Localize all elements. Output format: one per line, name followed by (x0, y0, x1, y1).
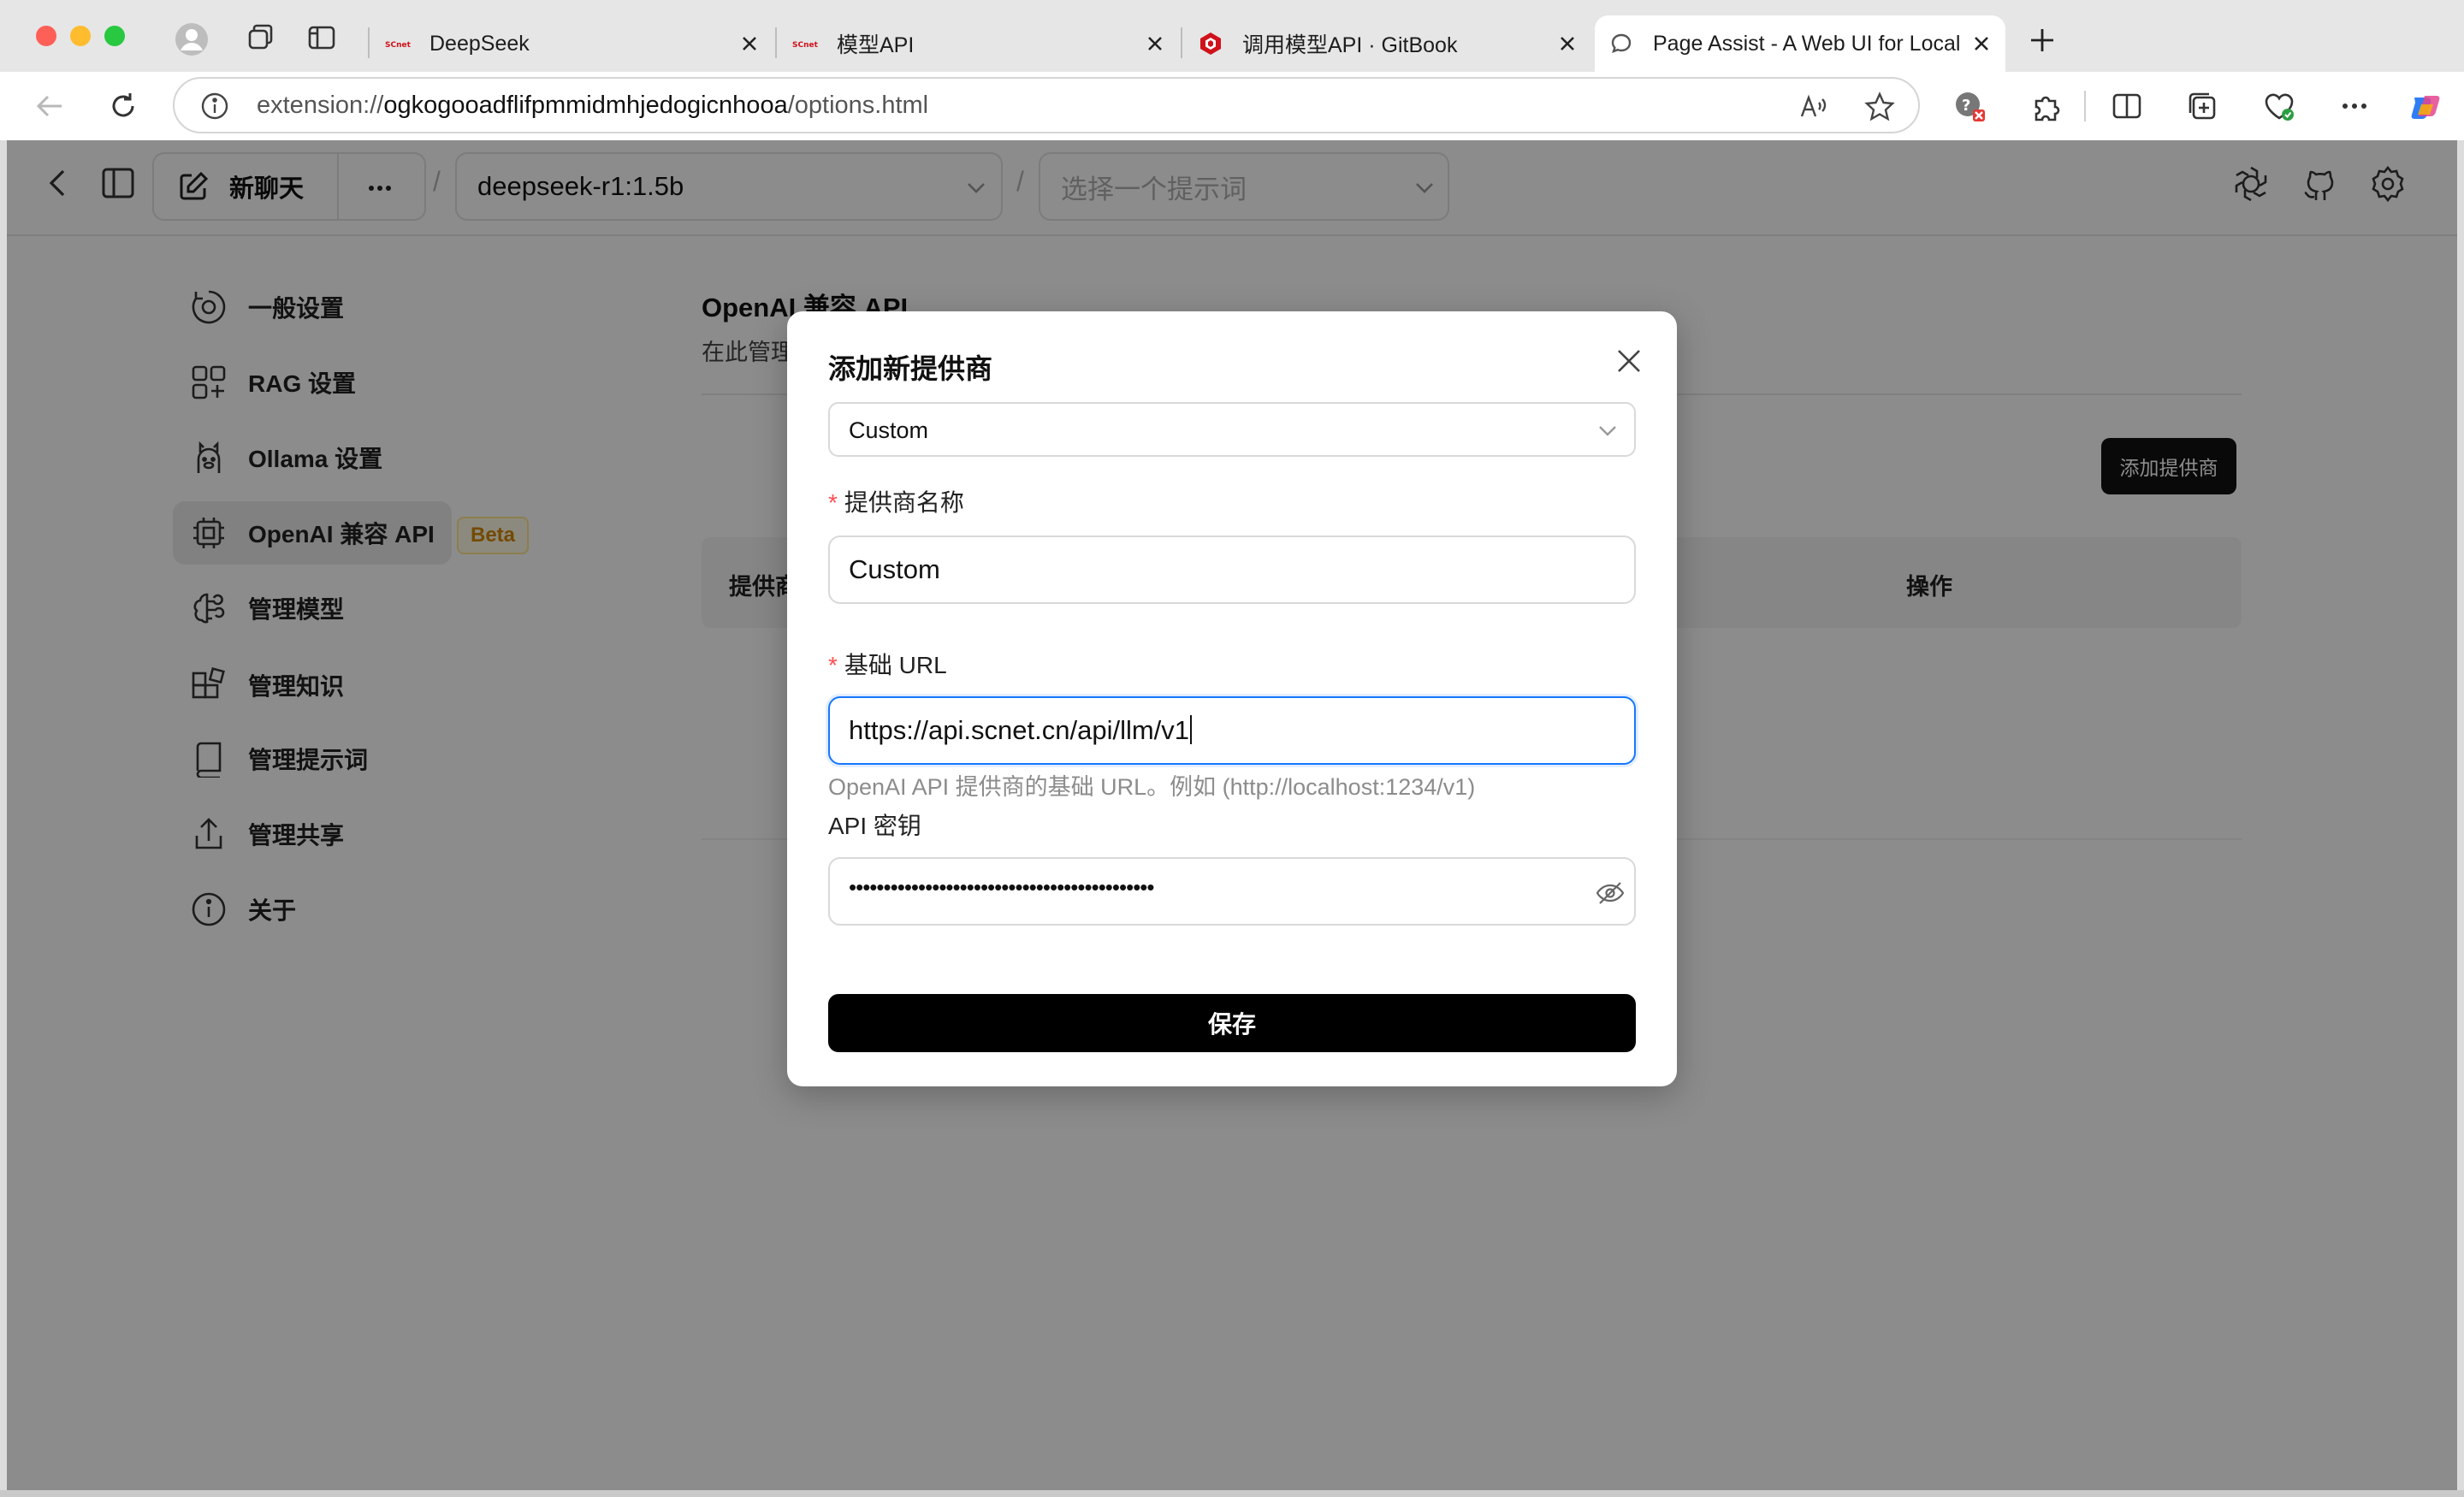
provider-name-input[interactable]: Custom (828, 535, 1636, 604)
base-url-field: https://api.scnet.cn/api/llm/v1 (849, 715, 1193, 746)
read-aloud-icon[interactable] (1797, 91, 1829, 123)
window-close-button[interactable] (36, 26, 56, 46)
tab-title: Page Assist - A Web UI for Local AI (1653, 31, 1964, 56)
window-bottom-edge (0, 1490, 2464, 1497)
close-tab-icon[interactable] (1557, 33, 1578, 54)
provider-type-select[interactable]: Custom (828, 402, 1636, 457)
site-info-icon[interactable] (200, 92, 229, 121)
vertical-tabs-icon[interactable] (306, 22, 337, 53)
scnet-logo-icon: SCnet (385, 31, 411, 56)
api-key-label: API 密钥 (828, 813, 921, 839)
tracking-prevention-icon[interactable]: ? (1952, 89, 1987, 123)
save-button[interactable]: 保存 (828, 994, 1636, 1052)
tab-separator (368, 27, 370, 58)
required-mark: * (828, 489, 838, 516)
toolbar-divider (2084, 91, 2086, 121)
profile-avatar-icon[interactable] (175, 22, 208, 56)
browser-tab-strip: SCnet DeepSeek SCnet 模型API 调用模型API · Git… (0, 0, 2464, 72)
modal-title: 添加新提供商 (828, 353, 993, 384)
tab-separator (775, 27, 777, 58)
base-url-input[interactable]: https://api.scnet.cn/api/llm/v1 (828, 696, 1636, 765)
provider-name-label-text: 提供商名称 (844, 489, 964, 516)
copilot-icon[interactable] (2408, 89, 2442, 123)
api-key-input[interactable]: ••••••••••••••••••••••••••••••••••••••••… (828, 857, 1636, 926)
tab-model-api[interactable]: SCnet 模型API (779, 15, 1179, 72)
base-url-help-text: OpenAI API 提供商的基础 URL。例如 (http://localho… (828, 774, 1476, 800)
chat-bubble-icon (1608, 31, 1634, 56)
gitbook-logo-icon (1198, 31, 1223, 56)
close-tab-icon[interactable] (1145, 33, 1165, 54)
add-provider-modal: 添加新提供商 Custom * 提供商名称 Custom * 基础 URL http… (787, 311, 1677, 1086)
chevron-down-icon (1596, 419, 1619, 441)
provider-type-value: Custom (849, 417, 929, 443)
eye-invisible-icon[interactable] (1595, 878, 1626, 908)
url-host: ogkogooadflifpmmidmhjedogicnhooa (383, 92, 788, 119)
split-screen-icon[interactable] (2110, 89, 2144, 123)
favorite-star-icon[interactable] (1863, 91, 1896, 123)
provider-name-value: Custom (849, 554, 940, 584)
close-tab-icon[interactable] (1971, 33, 1992, 54)
tab-gitbook[interactable]: 调用模型API · GitBook (1184, 15, 1591, 72)
svg-text:?: ? (1962, 97, 1970, 115)
window-minimize-button[interactable] (70, 26, 91, 46)
extensions-puzzle-icon[interactable] (2029, 89, 2064, 123)
scnet-logo-text: SCnet (385, 41, 411, 50)
tab-title: DeepSeek (429, 31, 530, 56)
url-text: extension://ogkogooadflifpmmidmhjedogicn… (257, 92, 928, 120)
more-options-icon[interactable] (2337, 89, 2372, 123)
required-mark: * (828, 652, 838, 678)
window-zoom-button[interactable] (104, 26, 125, 46)
collections-icon[interactable] (2185, 89, 2219, 123)
scnet-logo-text: SCnet (792, 41, 818, 50)
tab-title: 调用模型API · GitBook (1242, 33, 1458, 57)
text-caret (1190, 715, 1193, 744)
reload-icon[interactable] (106, 89, 140, 123)
close-icon[interactable] (1614, 346, 1644, 376)
address-bar[interactable]: extension://ogkogooadflifpmmidmhjedogicn… (173, 77, 1920, 133)
workspaces-icon[interactable] (245, 22, 275, 53)
provider-name-label: * 提供商名称 (828, 484, 964, 518)
back-arrow-icon[interactable] (33, 89, 67, 123)
tab-page-assist-active[interactable]: Page Assist - A Web UI for Local AI (1595, 15, 2005, 72)
api-key-masked-value: ••••••••••••••••••••••••••••••••••••••••… (849, 874, 1155, 900)
base-url-label-text: 基础 URL (844, 652, 947, 678)
url-scheme: extension:// (257, 92, 384, 119)
url-path: /options.html (787, 92, 929, 119)
tab-title: 模型API (837, 33, 915, 57)
tab-deepseek[interactable]: SCnet DeepSeek (371, 15, 773, 72)
browser-essentials-icon[interactable] (2262, 89, 2296, 123)
base-url-value: https://api.scnet.cn/api/llm/v1 (849, 715, 1190, 745)
tab-separator (1181, 27, 1182, 58)
scnet-logo-icon: SCnet (792, 31, 818, 56)
close-tab-icon[interactable] (739, 33, 760, 54)
base-url-label: * 基础 URL (828, 647, 947, 681)
new-tab-plus-icon[interactable] (2028, 26, 2057, 55)
